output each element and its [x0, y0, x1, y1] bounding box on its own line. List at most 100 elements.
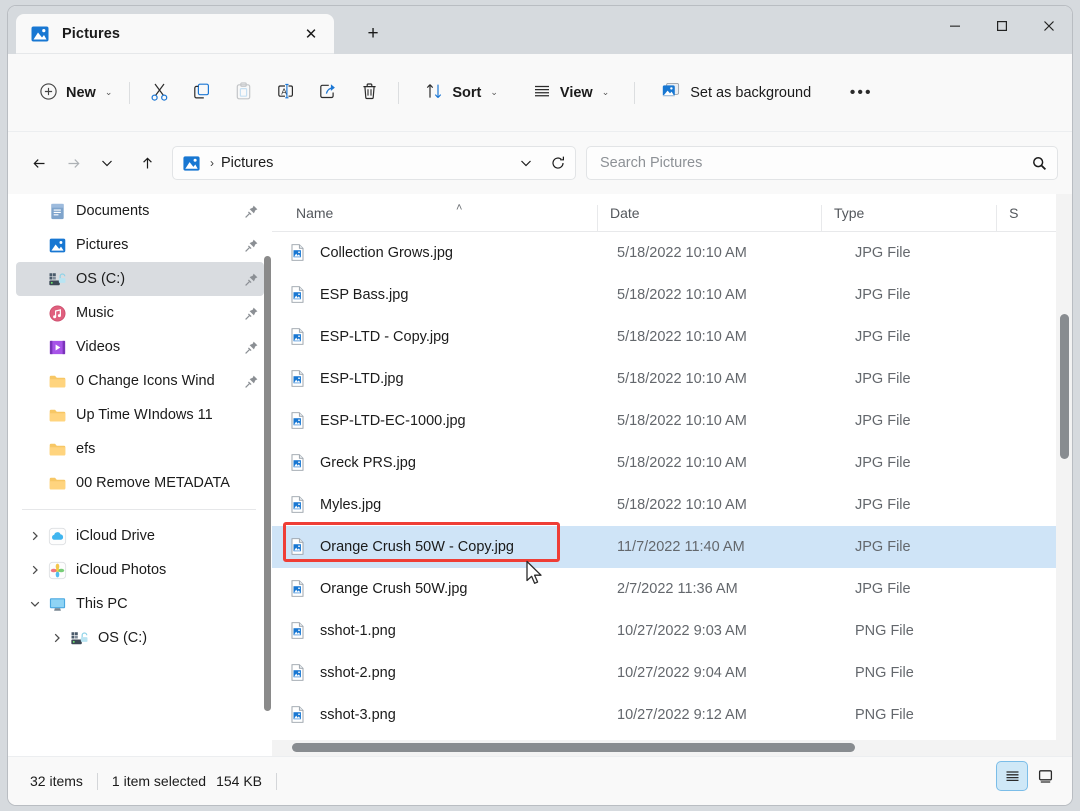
- search-input[interactable]: [587, 155, 1023, 171]
- cut-button[interactable]: [138, 74, 180, 112]
- maximize-button[interactable]: [978, 6, 1025, 46]
- sidebar-item-up-time-windows-11[interactable]: Up Time WIndows 11: [16, 398, 264, 432]
- horizontal-scrollbar-thumb[interactable]: [292, 743, 855, 752]
- sort-button[interactable]: Sort ⌄: [415, 74, 507, 112]
- table-row[interactable]: ESP-LTD-EC-1000.jpg 5/18/2022 10:10 AM JPG…: [272, 400, 1072, 442]
- file-date-cell: 5/18/2022 10:10 AM: [617, 455, 747, 471]
- search-box[interactable]: [586, 146, 1058, 180]
- sidebar-item-videos[interactable]: Videos: [16, 330, 264, 364]
- set-as-background-label: Set as background: [690, 84, 812, 101]
- paste-icon: [233, 81, 254, 105]
- sidebar-item-efs[interactable]: efs: [16, 432, 264, 466]
- tab-pictures[interactable]: Pictures ✕: [16, 14, 334, 54]
- pin-icon[interactable]: [242, 306, 260, 321]
- file-name-cell: sshot-2.png: [320, 665, 396, 681]
- refresh-button[interactable]: [543, 148, 573, 178]
- rename-button[interactable]: A: [264, 74, 306, 112]
- back-button[interactable]: [22, 146, 56, 180]
- file-explorer-window: Pictures ✕ + New ⌄ A Sort ⌄ View ⌄ Set a…: [8, 6, 1072, 805]
- table-row[interactable]: ESP Bass.jpg 5/18/2022 10:10 AM JPG File: [272, 274, 1072, 316]
- sidebar-item-0-change-icons-wind[interactable]: 0 Change Icons Wind: [16, 364, 264, 398]
- address-dropdown-button[interactable]: [511, 148, 541, 178]
- recent-locations-button[interactable]: [90, 146, 124, 180]
- delete-button[interactable]: [348, 74, 390, 112]
- window-controls: [931, 6, 1072, 54]
- jpg-file-icon: [288, 579, 308, 599]
- expander-chevron-icon[interactable]: [24, 530, 46, 542]
- view-button[interactable]: View ⌄: [523, 74, 618, 112]
- file-date-cell: 5/18/2022 10:10 AM: [617, 371, 747, 387]
- expander-chevron-icon[interactable]: [24, 598, 46, 610]
- column-header-type[interactable]: Type: [820, 205, 996, 231]
- sidebar-item-os-c[interactable]: OS (C:): [16, 262, 264, 296]
- pin-icon[interactable]: [242, 204, 260, 219]
- sidebar-scrollbar[interactable]: [264, 256, 271, 711]
- up-button[interactable]: [130, 146, 164, 180]
- sidebar-item-icloud-drive[interactable]: iCloud Drive: [16, 519, 264, 553]
- rename-icon: A: [275, 81, 296, 105]
- sidebar-item-pictures[interactable]: Pictures: [16, 228, 264, 262]
- sidebar-item-00-remove-metadata[interactable]: 00 Remove METADATA: [16, 466, 264, 500]
- column-header-name[interactable]: Name: [272, 205, 597, 231]
- sidebar-item-label: Pictures: [76, 237, 129, 253]
- title-bar: Pictures ✕ +: [8, 6, 1072, 54]
- search-icon[interactable]: [1023, 148, 1055, 178]
- table-row[interactable]: sshot-3.png 10/27/2022 9:12 AM PNG File: [272, 694, 1072, 736]
- vertical-scrollbar-track[interactable]: [1056, 194, 1072, 756]
- share-button[interactable]: [306, 74, 348, 112]
- file-date-cell: 10/27/2022 9:04 AM: [617, 665, 747, 681]
- minimize-button[interactable]: [931, 6, 978, 46]
- table-row[interactable]: sshot-2.png 10/27/2022 9:04 AM PNG File: [272, 652, 1072, 694]
- drive-icon: [68, 628, 90, 648]
- table-row[interactable]: Myles.jpg 5/18/2022 10:10 AM JPG File: [272, 484, 1072, 526]
- sidebar-item-label: 0 Change Icons Wind: [76, 373, 215, 389]
- table-row[interactable]: Orange Crush 50W - Copy.jpg 11/7/2022 11:…: [272, 526, 1072, 568]
- navigation-pane[interactable]: Documents Pictures OS (C:) Music Videos …: [8, 194, 272, 756]
- file-date-cell: 5/18/2022 10:10 AM: [617, 413, 747, 429]
- sidebar-item-documents[interactable]: Documents: [16, 194, 264, 228]
- forward-button[interactable]: [56, 146, 90, 180]
- more-options-button[interactable]: •••: [840, 74, 882, 112]
- svg-text:A: A: [281, 86, 287, 96]
- pin-icon[interactable]: [242, 374, 260, 389]
- command-bar: New ⌄ A Sort ⌄ View ⌄ Set as background …: [8, 54, 1072, 132]
- details-view-button[interactable]: [997, 762, 1027, 790]
- vertical-scrollbar-thumb[interactable]: [1060, 314, 1069, 459]
- table-row[interactable]: Collection Grows.jpg 5/18/2022 10:10 AM JP…: [272, 232, 1072, 274]
- file-type-cell: JPG File: [855, 245, 911, 261]
- horizontal-scrollbar-track[interactable]: [272, 740, 1072, 756]
- jpg-file-icon: [288, 537, 308, 557]
- expander-chevron-icon[interactable]: [46, 632, 68, 644]
- file-date-cell: 10/27/2022 9:12 AM: [617, 707, 747, 723]
- file-type-cell: PNG File: [855, 707, 914, 723]
- expander-chevron-icon[interactable]: [24, 564, 46, 576]
- view-toggle-group: [997, 762, 1060, 790]
- new-button[interactable]: New ⌄: [30, 74, 121, 112]
- copy-button[interactable]: [180, 74, 222, 112]
- breadcrumb-pictures[interactable]: Pictures: [221, 155, 511, 171]
- pin-icon[interactable]: [242, 238, 260, 253]
- large-icons-view-button[interactable]: [1030, 762, 1060, 790]
- new-tab-button[interactable]: +: [358, 20, 388, 48]
- sidebar-item-music[interactable]: Music: [16, 296, 264, 330]
- table-row[interactable]: Orange Crush 50W.jpg 2/7/2022 11:36 AM JPG…: [272, 568, 1072, 610]
- sort-icon: [424, 81, 444, 104]
- close-window-button[interactable]: [1025, 6, 1072, 46]
- table-row[interactable]: Greck PRS.jpg 5/18/2022 10:10 AM JPG File: [272, 442, 1072, 484]
- table-row[interactable]: sshot-1.png 10/27/2022 9:03 AM PNG File: [272, 610, 1072, 652]
- pin-icon[interactable]: [242, 272, 260, 287]
- sidebar-item-this-pc[interactable]: This PC: [16, 587, 264, 621]
- close-tab-icon[interactable]: ✕: [296, 19, 326, 49]
- address-bar[interactable]: › Pictures: [172, 146, 576, 180]
- tab-title: Pictures: [62, 26, 121, 42]
- column-header-date[interactable]: Date: [596, 205, 821, 231]
- share-icon: [317, 81, 338, 105]
- sidebar-item-label: This PC: [76, 596, 128, 612]
- table-row[interactable]: ESP-LTD.jpg 5/18/2022 10:10 AM JPG File: [272, 358, 1072, 400]
- table-row[interactable]: ESP-LTD - Copy.jpg 5/18/2022 10:10 AM JPG …: [272, 316, 1072, 358]
- sidebar-item-os-c[interactable]: OS (C:): [38, 621, 264, 655]
- sidebar-item-icloud-photos[interactable]: iCloud Photos: [16, 553, 264, 587]
- file-name-cell: Greck PRS.jpg: [320, 455, 416, 471]
- set-as-background-button[interactable]: Set as background: [651, 74, 820, 112]
- pin-icon[interactable]: [242, 340, 260, 355]
